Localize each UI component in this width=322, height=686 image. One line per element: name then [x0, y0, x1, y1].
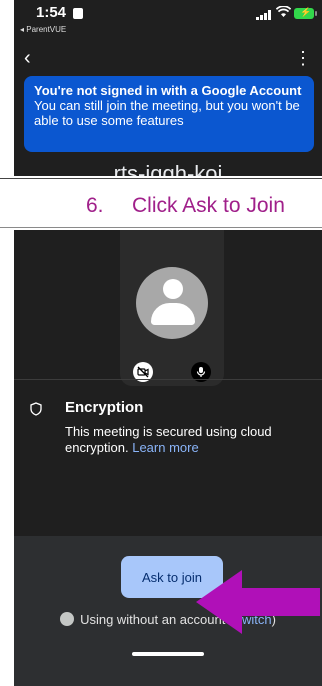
phone-screenshot-top: 1:54 ◂ ParentVUE ⚡ ‹ ⋮ You're not signed…: [14, 0, 322, 176]
avatar-head: [163, 279, 183, 299]
encryption-section: Encryption This meeting is secured using…: [14, 379, 322, 479]
camera-preview: [120, 230, 224, 386]
back-to-app-link[interactable]: ◂ ParentVUE: [20, 25, 66, 34]
signal-icon: [256, 10, 272, 20]
battery-icon: ⚡: [294, 7, 317, 19]
step-divider: [0, 227, 322, 228]
instruction-step: 6. Click Ask to Join: [0, 192, 322, 228]
step-number: 6.: [86, 194, 104, 217]
camera-off-icon: [137, 366, 149, 378]
avatar-body: [151, 303, 195, 325]
not-signed-in-banner: You're not signed in with a Google Accou…: [24, 76, 314, 152]
meeting-code: rts-iqgh-koi: [113, 161, 223, 176]
avatar: [136, 267, 208, 339]
shield-icon: [30, 402, 42, 416]
microphone-icon: [196, 367, 206, 377]
step-text: Click Ask to Join: [132, 194, 285, 217]
section-divider: [0, 178, 322, 179]
home-indicator[interactable]: [132, 652, 204, 656]
banner-body: You can still join the meeting, but you …: [34, 98, 300, 128]
banner-title: You're not signed in with a Google Accou…: [34, 83, 302, 98]
more-options-icon[interactable]: ⋮: [294, 46, 312, 70]
back-arrow-icon[interactable]: ‹: [24, 46, 31, 70]
status-time: 1:54: [36, 4, 67, 21]
learn-more-link[interactable]: Learn more: [132, 440, 198, 455]
encryption-divider: [14, 379, 322, 380]
account-icon: [60, 612, 75, 626]
pointer-arrow-icon: [196, 570, 320, 634]
top-nav: ‹ ⋮: [14, 46, 322, 72]
wifi-icon: [275, 5, 292, 20]
encryption-title: Encryption: [65, 399, 144, 416]
status-bar: 1:54 ◂ ParentVUE ⚡: [14, 0, 322, 42]
calendar-icon: [73, 8, 83, 19]
encryption-body: This meeting is secured using cloud encr…: [65, 424, 305, 456]
